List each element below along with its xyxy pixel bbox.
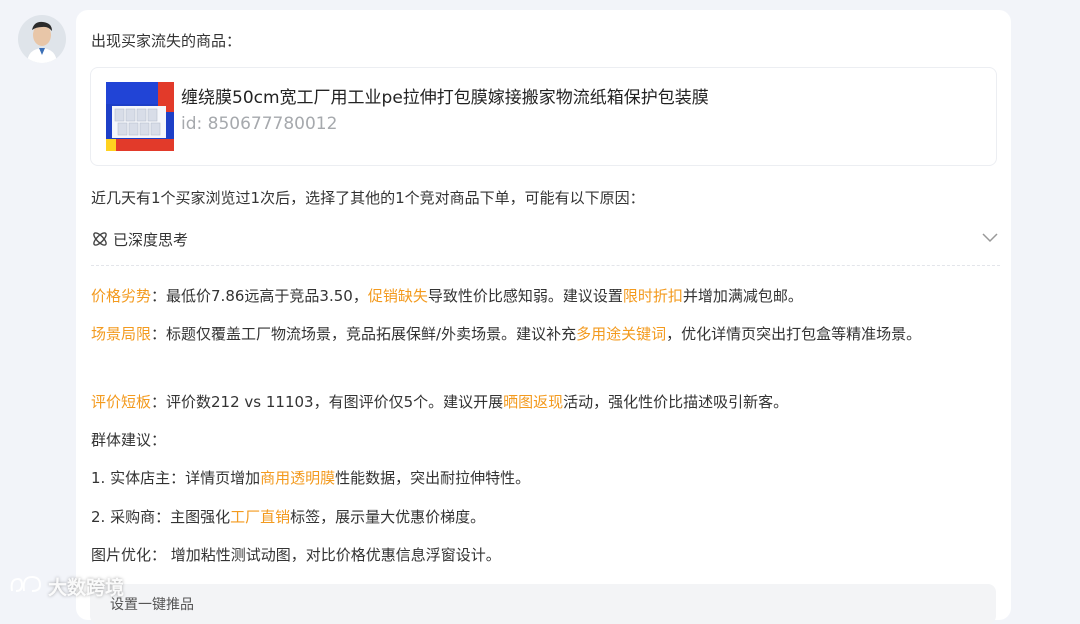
assistant-message-card: 出现买家流失的商品： 缠绕膜50cm宽工厂用工业pe拉伸打包膜嫁接搬家物流纸箱保… (76, 10, 1011, 624)
watermark-text: 大数跨境 (48, 577, 125, 599)
intro-text: 出现买家流失的商品： (91, 32, 242, 50)
product-card[interactable]: 缠绕膜50cm宽工厂用工业pe拉伸打包膜嫁接搬家物流纸箱保护包装膜 id: 85… (90, 67, 997, 166)
reason-reviews: 评价短板：评价数212 vs 11103，有图评价仅5个。建议开展晒图返现活动，… (91, 393, 789, 411)
product-thumbnail (106, 82, 174, 151)
section-divider (91, 265, 1000, 266)
chevron-down-icon[interactable] (980, 227, 1000, 251)
push-product-button[interactable]: 设置一键推品 (90, 584, 996, 624)
deep-thinking-toggle[interactable]: 已深度思考 (91, 227, 1000, 259)
reason-label: 场景局限 (91, 325, 152, 343)
group-title: 群体建议： (91, 431, 167, 449)
atom-icon (91, 230, 109, 252)
product-id: id: 850677780012 (181, 114, 338, 134)
product-title[interactable]: 缠绕膜50cm宽工厂用工业pe拉伸打包膜嫁接搬家物流纸箱保护包装膜 (181, 83, 709, 108)
watermark: 大数跨境 (8, 573, 124, 600)
summary-text: 近几天有1个买家浏览过1次后，选择了其他的1个竞对商品下单，可能有以下原因： (91, 189, 645, 207)
image-optimization-text: 图片优化： 增加粘性测试动图，对比价格优惠信息浮窗设计。 (91, 546, 501, 564)
group-item: 1. 实体店主：详情页增加商用透明膜性能数据，突出耐拉伸特性。 (91, 469, 531, 487)
watermark-logo-icon (8, 573, 44, 600)
reason-label: 评价短板 (91, 393, 152, 411)
group-item: 2. 采购商：主图强化工厂直销标签，展示量大优惠价梯度。 (91, 508, 486, 526)
reason-scenario: 场景局限：标题仅覆盖工厂物流场景，竞品拓展保鲜/外卖场景。建议补充多用途关键词，… (91, 325, 922, 343)
reason-label: 价格劣势 (91, 287, 152, 305)
reason-price: 价格劣势：最低价7.86远高于竞品3.50，促销缺失导致性价比感知弱。建议设置限… (91, 287, 803, 305)
deep-thinking-label: 已深度思考 (113, 231, 189, 249)
user-avatar (18, 15, 66, 63)
